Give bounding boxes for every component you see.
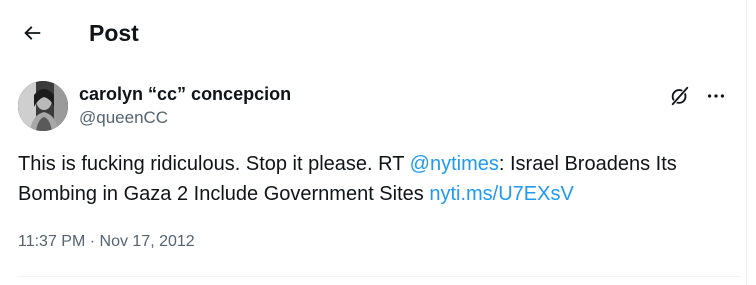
mention-link[interactable]: @nytimes — [410, 153, 499, 175]
column-border — [746, 0, 747, 285]
tweet-meta: 11:37 PM · Nov 17, 2012 — [18, 231, 195, 253]
meta-separator: · — [85, 233, 100, 250]
avatar[interactable] — [18, 81, 68, 131]
page-header: Post — [0, 0, 746, 66]
tweet-text: This is fucking ridiculous. Stop it plea… — [18, 149, 733, 209]
tweet-text-part1: This is fucking ridiculous. Stop it plea… — [18, 153, 410, 175]
url-link[interactable]: nyti.ms/U7EXsV — [429, 183, 573, 205]
more-button[interactable] — [702, 82, 730, 110]
back-button[interactable] — [14, 15, 50, 51]
avatar-photo — [18, 81, 68, 131]
author-handle[interactable]: @queenCC — [79, 107, 168, 129]
page-title: Post — [89, 20, 139, 46]
tweet-date[interactable]: Nov 17, 2012 — [100, 233, 195, 250]
grok-icon — [671, 86, 689, 106]
divider — [18, 276, 740, 277]
tweet-time[interactable]: 11:37 PM — [18, 233, 85, 250]
author-name[interactable]: carolyn “cc” concepcion — [79, 82, 291, 106]
more-icon — [707, 94, 725, 98]
arrow-left-icon — [24, 26, 41, 40]
post-page: Post carolyn “cc” concepcion @queenCC Th… — [0, 0, 756, 285]
grok-button[interactable] — [666, 82, 694, 110]
